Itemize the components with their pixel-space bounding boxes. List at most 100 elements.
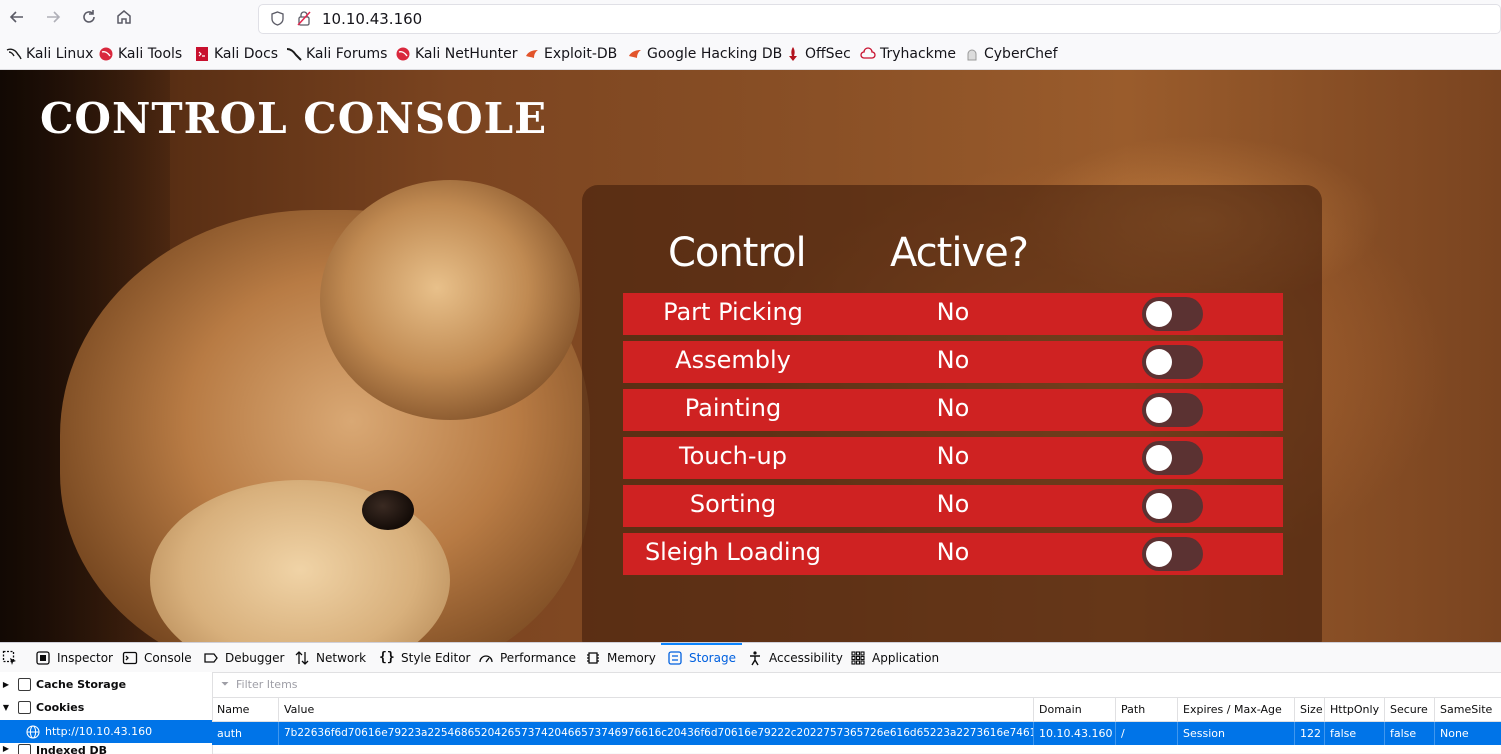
toggle-knob xyxy=(1146,445,1172,471)
control-row-assembly: Assembly No xyxy=(623,341,1283,383)
tab-performance[interactable]: Performance xyxy=(478,643,576,672)
ghdb-icon xyxy=(627,46,643,62)
column-header-name[interactable]: Name xyxy=(212,698,278,721)
toggle-switch-part-picking[interactable] xyxy=(1142,297,1203,331)
kali-forums-icon xyxy=(286,46,302,62)
bookmark-cyberchef[interactable]: CyberChef xyxy=(964,45,1058,63)
devtools-panel: Inspector Console Debugger Network {} St… xyxy=(0,642,1501,754)
column-header-value[interactable]: Value xyxy=(278,698,1033,721)
bookmarks-toolbar: Kali Linux Kali Tools Kali Docs Kali For… xyxy=(0,38,1501,70)
kali-tools-icon xyxy=(98,46,114,62)
collapsed-triangle-icon[interactable]: ▶ xyxy=(0,680,12,689)
tab-inspector[interactable]: Inspector xyxy=(35,643,113,672)
column-header-expires[interactable]: Expires / Max-Age xyxy=(1177,698,1294,721)
accessibility-icon xyxy=(747,650,763,666)
inspector-icon xyxy=(35,650,51,666)
table-header: Name Value Domain Path Expires / Max-Age… xyxy=(212,698,1501,722)
bookmark-google-hacking-db[interactable]: Google Hacking DB xyxy=(627,45,782,63)
table-row[interactable]: auth 7b22636f6d70616e79223a2254686520426… xyxy=(212,722,1501,745)
bookmark-tryhackme[interactable]: Tryhackme xyxy=(860,45,956,63)
control-status: No xyxy=(936,298,970,326)
teddy-bear-eye xyxy=(362,490,414,530)
cookie-secure-cell[interactable]: false xyxy=(1384,722,1434,745)
cookie-httponly-cell[interactable]: false xyxy=(1324,722,1384,745)
cookie-value-cell[interactable]: 7b22636f6d70616e79223a225468652042657374… xyxy=(278,722,1033,745)
address-bar[interactable]: 10.10.43.160 xyxy=(258,4,1501,34)
cookie-samesite-cell[interactable]: None xyxy=(1434,722,1496,745)
cookie-domain-cell[interactable]: 10.10.43.160 xyxy=(1033,722,1115,745)
exploit-db-icon xyxy=(524,46,540,62)
cookie-path-cell[interactable]: / xyxy=(1115,722,1177,745)
bookmark-kali-docs[interactable]: Kali Docs xyxy=(194,45,278,63)
column-header-path[interactable]: Path xyxy=(1115,698,1177,721)
web-page: CONTROL CONSOLE Control Active? Part Pic… xyxy=(0,70,1501,642)
tab-accessibility[interactable]: Accessibility xyxy=(747,643,843,672)
home-button[interactable] xyxy=(113,8,135,30)
tryhackme-icon xyxy=(860,46,876,62)
control-row-sorting: Sorting No xyxy=(623,485,1283,527)
tab-storage[interactable]: Storage xyxy=(661,643,742,672)
tab-application[interactable]: Application xyxy=(850,643,939,672)
forward-arrow-icon xyxy=(47,11,61,23)
control-status: No xyxy=(936,394,970,422)
url-text[interactable]: 10.10.43.160 xyxy=(322,10,422,28)
column-header-active: Active? xyxy=(890,230,1029,276)
column-header-httponly[interactable]: HttpOnly xyxy=(1324,698,1384,721)
column-header-control: Control xyxy=(668,230,807,276)
control-row-touch-up: Touch-up No xyxy=(623,437,1283,479)
toggle-switch-touch-up[interactable] xyxy=(1142,441,1203,475)
expanded-triangle-icon[interactable]: ▼ xyxy=(0,703,12,712)
memory-icon xyxy=(585,650,601,666)
control-name: Sorting xyxy=(689,490,777,518)
tree-item-cookies[interactable]: ▼ Cookies xyxy=(0,696,212,719)
collapsed-triangle-icon[interactable]: ▶ xyxy=(0,744,12,753)
control-row-part-picking: Part Picking No xyxy=(623,293,1283,335)
tracking-protection-shield-icon[interactable] xyxy=(271,11,284,26)
bookmark-kali-linux[interactable]: Kali Linux xyxy=(6,45,93,63)
toggle-switch-sorting[interactable] xyxy=(1142,489,1203,523)
tree-item-cache-storage[interactable]: ▶ Cache Storage xyxy=(0,673,212,696)
toggle-knob xyxy=(1146,493,1172,519)
tab-debugger[interactable]: Debugger xyxy=(203,643,284,672)
kali-docs-icon xyxy=(194,46,210,62)
filter-bar[interactable]: ⏷ Filter Items xyxy=(212,672,1501,698)
cookie-size-cell[interactable]: 122 xyxy=(1294,722,1324,745)
toggle-switch-painting[interactable] xyxy=(1142,393,1203,427)
toggle-knob xyxy=(1146,301,1172,327)
column-header-size[interactable]: Size xyxy=(1294,698,1324,721)
reload-button[interactable] xyxy=(78,8,100,30)
background-shadow xyxy=(0,70,170,642)
toggle-switch-assembly[interactable] xyxy=(1142,345,1203,379)
teddy-bear-ear xyxy=(320,180,580,420)
bookmark-exploit-db[interactable]: Exploit-DB xyxy=(524,45,617,63)
tab-memory[interactable]: Memory xyxy=(585,643,656,672)
control-name: Part Picking xyxy=(663,298,803,326)
bookmark-kali-tools[interactable]: Kali Tools xyxy=(98,45,182,63)
cookie-name-cell[interactable]: auth xyxy=(212,722,278,745)
bookmark-offsec[interactable]: OffSec xyxy=(785,45,851,63)
bookmark-kali-nethunter[interactable]: Kali NetHunter xyxy=(395,45,517,63)
devtools-tab-bar: Inspector Console Debugger Network {} St… xyxy=(0,643,1501,673)
filter-input[interactable]: Filter Items xyxy=(236,678,298,691)
tab-network[interactable]: Network xyxy=(294,643,366,672)
style-editor-icon: {} xyxy=(379,649,395,665)
toggle-switch-sleigh-loading[interactable] xyxy=(1142,537,1203,571)
cookie-expires-cell[interactable]: Session xyxy=(1177,722,1294,745)
cyberchef-icon xyxy=(964,46,980,62)
performance-icon xyxy=(478,650,494,666)
forward-button[interactable] xyxy=(42,8,64,30)
element-picker-button[interactable] xyxy=(2,643,24,672)
tree-item-cookie-host[interactable]: http://10.10.43.160 xyxy=(0,720,212,743)
bookmark-kali-forums[interactable]: Kali Forums xyxy=(286,45,387,63)
column-header-samesite[interactable]: SameSite xyxy=(1434,698,1496,721)
back-button[interactable] xyxy=(6,8,28,30)
column-header-secure[interactable]: Secure xyxy=(1384,698,1434,721)
control-name: Assembly xyxy=(675,346,791,374)
insecure-lock-icon[interactable] xyxy=(297,10,311,27)
tab-console[interactable]: Console xyxy=(122,643,192,672)
control-row-sleigh-loading: Sleigh Loading No xyxy=(623,533,1283,575)
storage-tree: ▶ Cache Storage ▼ Cookies http://10.10.4… xyxy=(0,672,213,754)
cache-storage-icon xyxy=(18,678,31,691)
column-header-domain[interactable]: Domain xyxy=(1033,698,1115,721)
tab-style-editor[interactable]: {} Style Editor xyxy=(379,643,470,672)
